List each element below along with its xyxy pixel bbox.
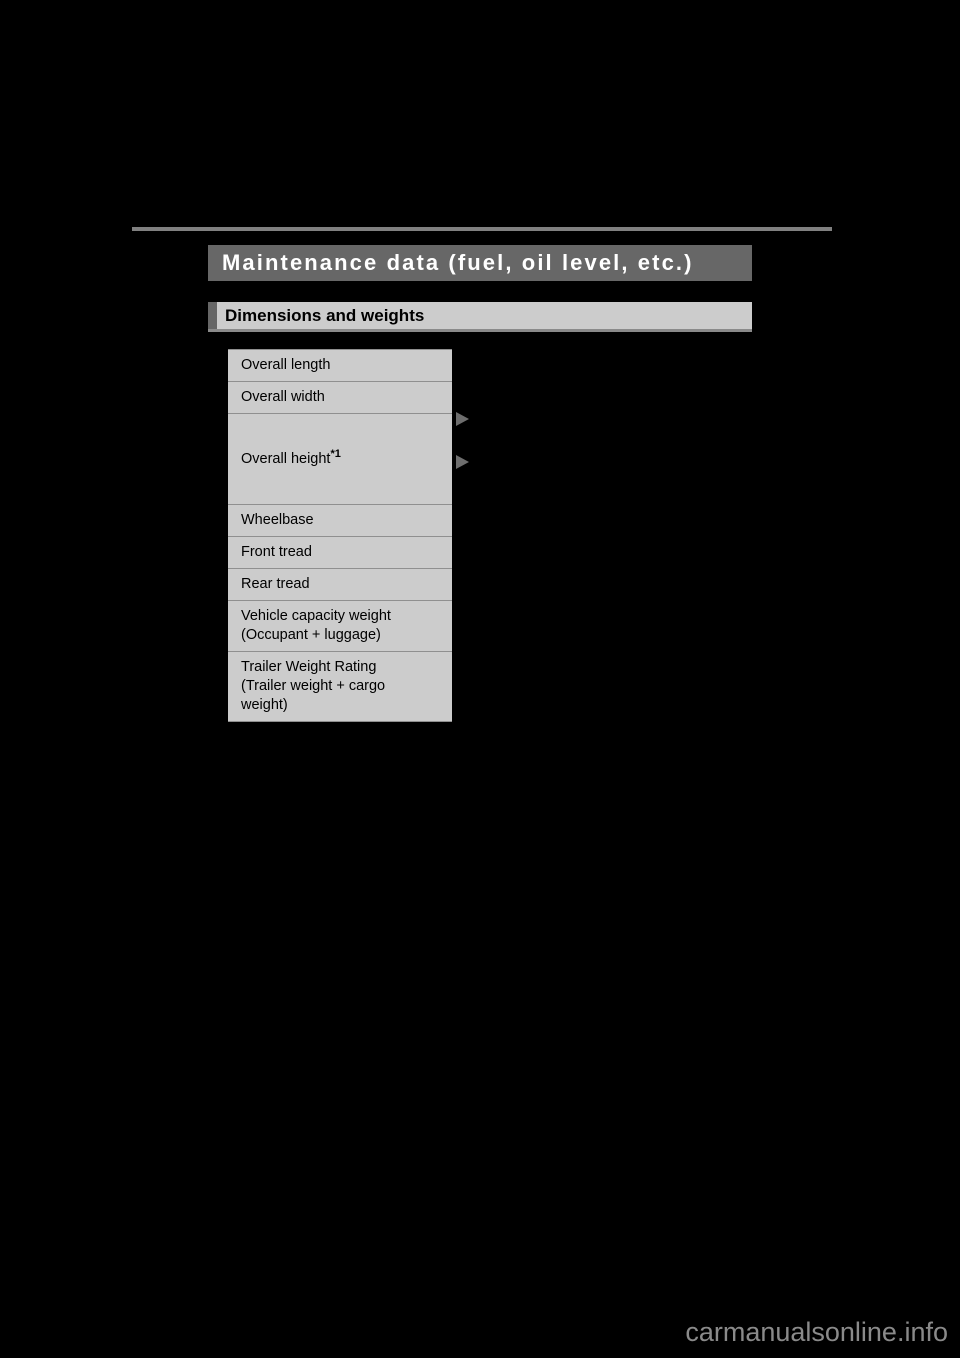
spec-label-trailer-weight-rating: Trailer Weight Rating (Trailer weight + c…: [228, 651, 452, 722]
spec-label-wheelbase: Wheelbase: [228, 504, 452, 537]
table-row: Rear tread: [228, 568, 452, 601]
spec-label-vehicle-capacity-weight: Vehicle capacity weight (Occupant + lugga…: [228, 600, 452, 652]
spec-label-overall-height-text: Overall height: [241, 450, 331, 467]
spec-label-overall-width: Overall width: [228, 381, 452, 414]
table-row: Overall height*1: [228, 413, 452, 505]
subsection-accent-bar: [208, 302, 217, 329]
manual-page: Maintenance data (fuel, oil level, etc.)…: [0, 0, 960, 1358]
spec-label-front-tread: Front tread: [228, 536, 452, 569]
footnote-marker: *1: [330, 447, 341, 460]
table-row: Vehicle capacity weight (Occupant + lugga…: [228, 600, 452, 652]
table-row: Trailer Weight Rating (Trailer weight + c…: [228, 651, 452, 722]
trailer-weight-rating-line-1: Trailer Weight Rating: [241, 659, 377, 675]
table-row: Wheelbase: [228, 504, 452, 537]
page-title: Maintenance data (fuel, oil level, etc.): [222, 250, 694, 275]
subsection-header: Dimensions and weights: [208, 302, 752, 332]
vehicle-capacity-weight-line-2: (Occupant + luggage): [241, 627, 381, 643]
table-row: Front tread: [228, 536, 452, 569]
triangle-right-icon: [456, 412, 469, 426]
trailer-weight-rating-line-2: (Trailer weight + cargo: [241, 678, 386, 694]
subsection-title: Dimensions and weights: [225, 305, 425, 325]
table-row: Overall length: [228, 349, 452, 382]
spec-label-overall-length: Overall length: [228, 349, 452, 382]
site-watermark: carmanualsonline.info: [685, 1317, 948, 1347]
triangle-right-icon: [456, 455, 469, 469]
vehicle-capacity-weight-line-1: Vehicle capacity weight: [241, 608, 391, 624]
spec-label-rear-tread: Rear tread: [228, 568, 452, 601]
trailer-weight-rating-line-3: weight): [241, 697, 288, 713]
dimensions-and-weights-table: Overall length Overall width Overall hei…: [228, 349, 452, 722]
table-row: Overall width: [228, 381, 452, 414]
section-title-bar: Maintenance data (fuel, oil level, etc.): [208, 245, 752, 281]
header-rule: [132, 227, 832, 231]
spec-label-overall-height: Overall height*1: [228, 413, 452, 505]
